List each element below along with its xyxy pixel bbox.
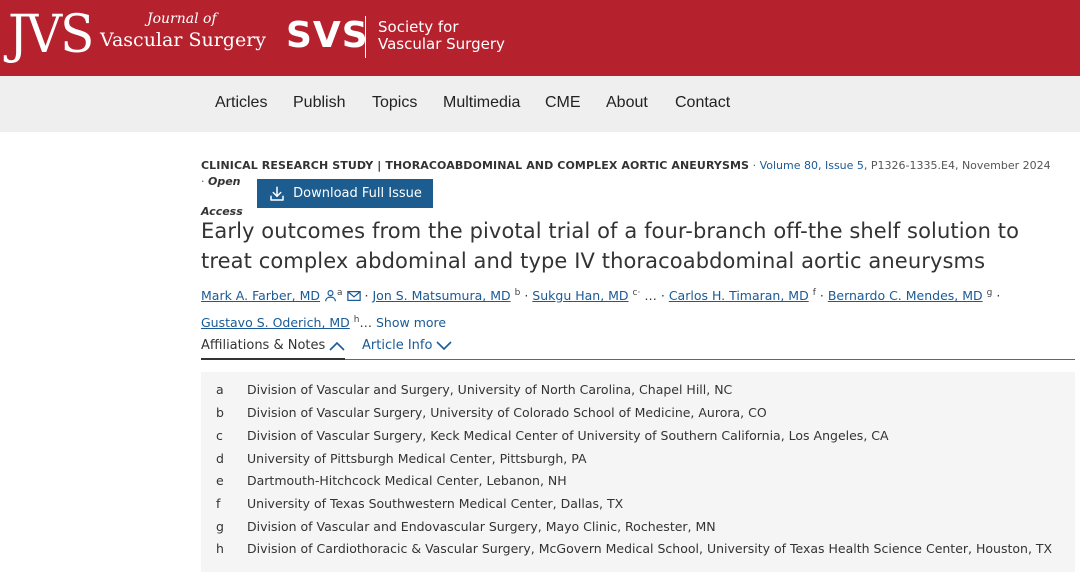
affiliations-panel: a Division of Vascular and Surgery, Univ… bbox=[201, 372, 1075, 572]
logo-divider bbox=[365, 16, 366, 58]
affiliation-letter: a bbox=[216, 382, 224, 397]
svs-logo[interactable]: SVS bbox=[286, 15, 369, 56]
affiliation-text: Division of Cardiothoracic & Vascular Su… bbox=[247, 541, 1053, 556]
author-link[interactable]: Carlos H. Timaran, MD bbox=[669, 288, 809, 303]
author-link[interactable]: Mark A. Farber, MD bbox=[201, 288, 320, 303]
volume-issue-link[interactable]: Volume 80, Issue 5 bbox=[760, 159, 864, 172]
article-tabs: Affiliations & Notes Article Info bbox=[201, 336, 1075, 360]
meta-separator: · bbox=[201, 175, 205, 188]
affiliation-letter: h bbox=[216, 541, 224, 556]
site-header: JVS Journal of Vascular Surgery SVS Soci… bbox=[0, 0, 1080, 76]
affiliation-text: Division of Vascular Surgery, Keck Medic… bbox=[247, 428, 889, 443]
author-sup: g bbox=[986, 288, 993, 298]
nav-contact[interactable]: Contact bbox=[675, 94, 730, 112]
author-separator: · bbox=[819, 288, 824, 304]
journal-of-label: Journal of bbox=[147, 11, 217, 27]
affiliation-text: Division of Vascular and Endovascular Su… bbox=[247, 519, 716, 534]
author-sup: b bbox=[514, 288, 521, 298]
author-link[interactable]: Bernardo C. Mendes, MD bbox=[828, 288, 983, 303]
tab-affiliations[interactable]: Affiliations & Notes bbox=[201, 338, 346, 360]
author-ellipsis: … bbox=[644, 288, 657, 304]
meta-separator: · bbox=[752, 159, 757, 172]
author-separator: · bbox=[637, 288, 641, 298]
show-more-link[interactable]: Show more bbox=[376, 315, 446, 330]
affiliation-text: University of Texas Southwestern Medical… bbox=[247, 496, 624, 511]
person-icon[interactable] bbox=[324, 286, 337, 309]
nav-publish[interactable]: Publish bbox=[293, 94, 345, 112]
nav-articles[interactable]: Articles bbox=[215, 94, 267, 112]
tab-affiliations-label: Affiliations & Notes bbox=[201, 338, 326, 353]
jvs-logo[interactable]: JVS bbox=[8, 5, 94, 64]
download-label: Download Full Issue bbox=[293, 186, 422, 201]
article-section[interactable]: CLINICAL RESEARCH STUDY | THORACOABDOMIN… bbox=[201, 159, 749, 172]
author-link[interactable]: Sukgu Han, MD bbox=[532, 288, 628, 303]
affiliation-text: University of Pittsburgh Medical Center,… bbox=[247, 451, 587, 466]
chevron-down-icon bbox=[436, 340, 453, 350]
affiliation-letter: f bbox=[216, 496, 221, 511]
main-nav: Articles Publish Topics Multimedia CME A… bbox=[0, 76, 1080, 132]
affiliation-text: Dartmouth-Hitchcock Medical Center, Leba… bbox=[247, 473, 567, 488]
affiliation-text: Division of Vascular Surgery, University… bbox=[247, 405, 767, 420]
author-separator: · bbox=[996, 288, 1001, 304]
society-line-1: Society for bbox=[378, 18, 459, 36]
nav-cme[interactable]: CME bbox=[545, 94, 581, 112]
author-separator: · bbox=[364, 288, 369, 304]
pages-date: , P1326-1335.E4, November 2024 bbox=[863, 159, 1051, 172]
affiliation-letter: d bbox=[216, 451, 224, 466]
society-line-2: Vascular Surgery bbox=[378, 35, 505, 53]
affiliation-text: Division of Vascular and Surgery, Univer… bbox=[247, 382, 733, 397]
society-name[interactable]: Society for Vascular Surgery bbox=[378, 19, 505, 53]
author-sup: f bbox=[812, 288, 816, 298]
author-sup: a bbox=[337, 288, 343, 298]
author-link[interactable]: Jon S. Matsumura, MD bbox=[372, 288, 510, 303]
affiliation-letter: g bbox=[216, 519, 224, 534]
article-title: Early outcomes from the pivotal trial of… bbox=[201, 219, 1020, 273]
author-ellipsis: … bbox=[359, 315, 373, 331]
affiliation-letter: b bbox=[216, 405, 224, 420]
author-list: Mark A. Farber, MD a · Jon S. Matsumura,… bbox=[201, 282, 1061, 334]
nav-topics[interactable]: Topics bbox=[372, 94, 417, 112]
affiliation-letter: e bbox=[216, 473, 224, 488]
author-link[interactable]: Gustavo S. Oderich, MD bbox=[201, 315, 350, 330]
chevron-up-icon bbox=[329, 341, 345, 351]
nav-multimedia[interactable]: Multimedia bbox=[443, 94, 520, 112]
download-full-issue-button[interactable]: Download Full Issue bbox=[257, 179, 433, 208]
affiliation-letter: c bbox=[216, 428, 223, 443]
author-separator: · bbox=[660, 288, 665, 304]
journal-name[interactable]: Vascular Surgery bbox=[100, 29, 266, 51]
tab-article-info[interactable]: Article Info bbox=[362, 338, 453, 353]
author-separator: · bbox=[524, 288, 529, 304]
nav-about[interactable]: About bbox=[606, 94, 648, 112]
download-icon bbox=[270, 186, 284, 201]
open-label: Open bbox=[208, 175, 241, 188]
tab-article-info-label: Article Info bbox=[362, 338, 433, 353]
email-icon[interactable] bbox=[346, 286, 361, 309]
